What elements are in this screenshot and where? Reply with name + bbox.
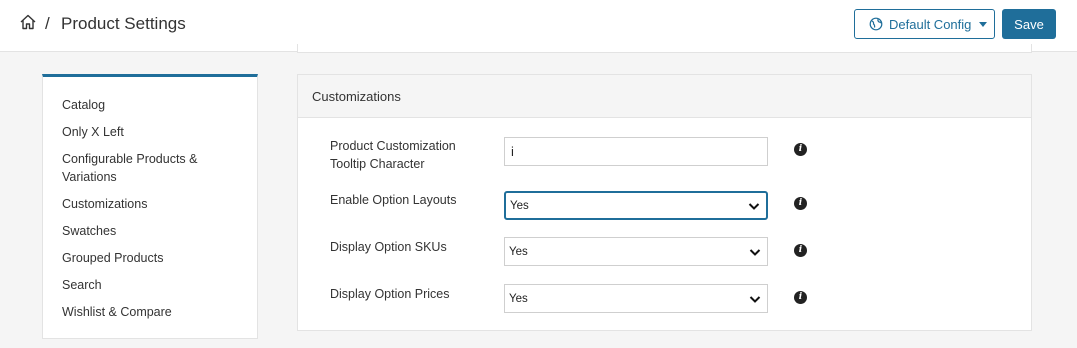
scope-config-dropdown[interactable]: Default Config	[854, 9, 995, 39]
home-icon[interactable]	[19, 13, 37, 31]
sidebar-item-catalog[interactable]: Catalog	[62, 96, 242, 114]
display-option-prices-select[interactable]: Yes	[504, 284, 768, 313]
customizations-panel: Customizations Product Customization Too…	[297, 74, 1032, 331]
enable-option-layouts-value: Yes	[510, 199, 529, 212]
sidebar-item-swatches[interactable]: Swatches	[62, 222, 242, 240]
sidebar-nav: Catalog Only X Left Configurable Product…	[62, 96, 242, 330]
chevron-down-icon	[748, 202, 760, 210]
info-icon[interactable]: i	[794, 197, 807, 210]
panel-title: Customizations	[298, 75, 1031, 118]
sidebar-item-customizations[interactable]: Customizations	[62, 195, 242, 213]
caret-down-icon	[979, 21, 988, 27]
display-option-skus-value: Yes	[509, 245, 528, 258]
info-icon[interactable]: i	[794, 143, 807, 156]
sidebar-item-wishlist-compare[interactable]: Wishlist & Compare	[62, 303, 242, 321]
info-icon[interactable]: i	[794, 244, 807, 257]
enable-option-layouts-select[interactable]: Yes	[504, 191, 768, 220]
sidebar-item-only-x-left[interactable]: Only X Left	[62, 123, 242, 141]
tooltip-character-input[interactable]	[504, 137, 768, 166]
save-button[interactable]: Save	[1002, 9, 1056, 39]
enable-option-layouts-label: Enable Option Layouts	[330, 193, 457, 207]
display-option-prices-label: Display Option Prices	[330, 287, 450, 301]
info-icon[interactable]: i	[794, 291, 807, 304]
settings-sidebar: Catalog Only X Left Configurable Product…	[42, 74, 258, 339]
chevron-down-icon	[749, 248, 761, 256]
sidebar-item-configurable-products[interactable]: Configurable Products & Variations	[62, 150, 242, 186]
display-option-skus-label: Display Option SKUs	[330, 240, 447, 254]
globe-icon	[869, 17, 883, 31]
tooltip-character-label: Product Customization Tooltip Character	[330, 139, 456, 171]
display-option-prices-value: Yes	[509, 292, 528, 305]
sidebar-item-grouped-products[interactable]: Grouped Products	[62, 249, 242, 267]
previous-panel-bottom	[297, 44, 1032, 53]
sidebar-item-search[interactable]: Search	[62, 276, 242, 294]
display-option-skus-select[interactable]: Yes	[504, 237, 768, 266]
scope-config-label: Default Config	[889, 16, 972, 32]
breadcrumb-separator: /	[45, 14, 50, 33]
chevron-down-icon	[749, 295, 761, 303]
page-title: Product Settings	[61, 14, 186, 33]
